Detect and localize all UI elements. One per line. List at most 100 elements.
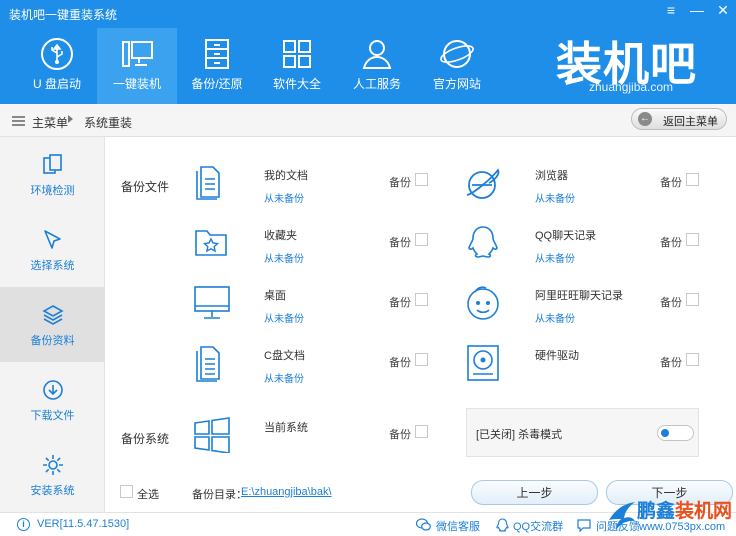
nav-label: 官方网站 xyxy=(432,77,481,91)
breadcrumb-arrow-icon xyxy=(68,115,73,123)
ie-browser-icon xyxy=(466,168,500,199)
item-name-qq-chat: QQ聊天记录 xyxy=(535,230,597,242)
step-install-system[interactable]: 安装系统 xyxy=(0,437,105,512)
backup-checkbox-wangwang-chat[interactable] xyxy=(686,293,699,306)
step-label: 备份资料 xyxy=(30,335,75,347)
prev-step-button[interactable]: 上一步 xyxy=(471,480,598,505)
app-title: 装机吧一键重装系统 xyxy=(9,8,118,22)
backup-dir-label: 备份目录： xyxy=(192,489,247,501)
nav-software[interactable]: 软件大全 xyxy=(257,28,337,104)
backup-dir-link[interactable]: E:\zhuangjiba\bak\ xyxy=(241,486,332,498)
header-bar: 装机吧一键重装系统 ≡ — ✕ U 盘启动 一键装机 备份/还原 软件大全 人工… xyxy=(0,0,736,104)
backup-checkbox-current-system[interactable] xyxy=(415,425,428,438)
qq-group-icon xyxy=(496,518,509,532)
close-icon[interactable]: ✕ xyxy=(716,2,730,19)
item-name-wangwang-chat: 阿里旺旺聊天记录 xyxy=(535,290,623,302)
nav-backup-restore[interactable]: 备份/还原 xyxy=(177,28,257,104)
back-button-label: 返回主菜单 xyxy=(663,116,718,128)
step-sidebar: 环境检测 选择系统 备份资料 下载文件 安装系统 xyxy=(0,137,105,512)
archive-icon xyxy=(205,39,229,69)
qq-group-link[interactable]: QQ交流群 xyxy=(513,518,563,534)
breadcrumb-current: 系统重装 xyxy=(84,116,133,130)
nav-label: 一键装机 xyxy=(112,77,161,91)
minimize-icon[interactable]: — xyxy=(690,2,704,19)
step-label: 安装系统 xyxy=(30,485,75,497)
cursor-icon xyxy=(44,230,61,249)
antivirus-mode-label: [已关闭] 杀毒模式 xyxy=(476,429,563,441)
c-drive-documents-icon xyxy=(196,346,220,382)
nav-label: 软件大全 xyxy=(272,77,321,91)
wangwang-icon xyxy=(467,286,499,320)
backup-label: 备份 xyxy=(389,177,411,189)
backup-checkbox-favorites[interactable] xyxy=(415,233,428,246)
step-backup-data[interactable]: 备份资料 xyxy=(0,287,105,362)
wechat-support-link[interactable]: 微信客服 xyxy=(436,518,480,534)
backup-checkbox-c-drive-docs[interactable] xyxy=(415,353,428,366)
backup-checkbox-desktop[interactable] xyxy=(415,293,428,306)
item-name-my-documents: 我的文档 xyxy=(264,170,308,182)
select-all-checkbox[interactable] xyxy=(120,485,133,498)
backup-checkbox-hardware-driver[interactable] xyxy=(686,353,699,366)
list-icon xyxy=(12,116,25,126)
watermark-title-a: 鹏鑫 xyxy=(637,501,676,522)
brand-url: zhuangjiba.com xyxy=(589,80,674,94)
step-label: 下载文件 xyxy=(30,410,75,422)
item-status-favorites: 从未备份 xyxy=(264,254,304,265)
person-icon xyxy=(362,40,392,69)
backup-label: 备份 xyxy=(660,177,682,189)
backup-checkbox-browser[interactable] xyxy=(686,173,699,186)
version-label: VER[11.5.47.1530] xyxy=(37,518,130,530)
item-status-wangwang-chat: 从未备份 xyxy=(535,314,575,325)
item-status-browser: 从未备份 xyxy=(535,194,575,205)
item-name-hardware-driver: 硬件驱动 xyxy=(535,350,579,362)
step-label: 环境检测 xyxy=(30,185,75,197)
nav-one-click-install[interactable]: 一键装机 xyxy=(97,28,177,104)
toggle-knob xyxy=(661,429,669,437)
step-select-system[interactable]: 选择系统 xyxy=(0,212,105,287)
breadcrumb-main-menu[interactable]: 主菜单 xyxy=(32,114,68,131)
step-download-files[interactable]: 下载文件 xyxy=(0,362,105,437)
item-status-qq-chat: 从未备份 xyxy=(535,254,575,265)
backup-label: 备份 xyxy=(389,357,411,369)
antivirus-mode-toggle[interactable] xyxy=(657,425,694,441)
favorites-folder-icon xyxy=(195,230,227,256)
bird-logo-icon xyxy=(609,502,635,530)
item-name-favorites: 收藏夹 xyxy=(264,230,297,242)
breadcrumb: 主菜单 系统重装 xyxy=(0,104,736,137)
item-status-desktop: 从未备份 xyxy=(264,314,304,325)
step-environment-check[interactable]: 环境检测 xyxy=(0,137,105,212)
backup-label: 备份 xyxy=(660,357,682,369)
document-icon xyxy=(196,166,220,200)
current-system-name: 当前系统 xyxy=(264,422,308,434)
detect-icon xyxy=(43,154,62,174)
window-controls: ≡ — ✕ xyxy=(664,2,730,19)
globe-icon xyxy=(440,40,474,68)
backup-checkbox-my-documents[interactable] xyxy=(415,173,428,186)
usb-icon xyxy=(41,38,73,70)
nav-label: 备份/还原 xyxy=(191,77,243,91)
backup-label: 备份 xyxy=(660,297,682,309)
nav-manual-service[interactable]: 人工服务 xyxy=(337,28,417,104)
backup-label: 备份 xyxy=(389,429,411,441)
item-status-my-documents: 从未备份 xyxy=(264,194,304,205)
main-nav: U 盘启动 一键装机 备份/还原 软件大全 人工服务 官方网站 xyxy=(17,28,497,104)
backup-label: 备份 xyxy=(660,237,682,249)
gear-icon xyxy=(43,455,63,475)
layers-icon xyxy=(42,305,64,325)
back-arrow-icon: ← xyxy=(638,112,652,126)
wechat-icon xyxy=(416,518,431,531)
watermark-title-b: 装机网 xyxy=(675,501,733,522)
item-status-c-drive-docs: 从未备份 xyxy=(264,374,304,385)
step-label: 选择系统 xyxy=(30,260,75,272)
info-icon: i xyxy=(17,518,30,531)
feedback-icon xyxy=(577,519,591,532)
backup-checkbox-qq-chat[interactable] xyxy=(686,233,699,246)
item-name-desktop: 桌面 xyxy=(264,290,286,302)
nav-official-site[interactable]: 官方网站 xyxy=(417,28,497,104)
computer-icon xyxy=(122,41,153,67)
back-to-main-menu-button[interactable]: ← 返回主菜单 xyxy=(631,108,727,130)
windows-logo-icon xyxy=(194,417,230,453)
nav-usb-boot[interactable]: U 盘启动 xyxy=(17,28,97,104)
backup-label: 备份 xyxy=(389,297,411,309)
menu-icon[interactable]: ≡ xyxy=(664,2,678,19)
